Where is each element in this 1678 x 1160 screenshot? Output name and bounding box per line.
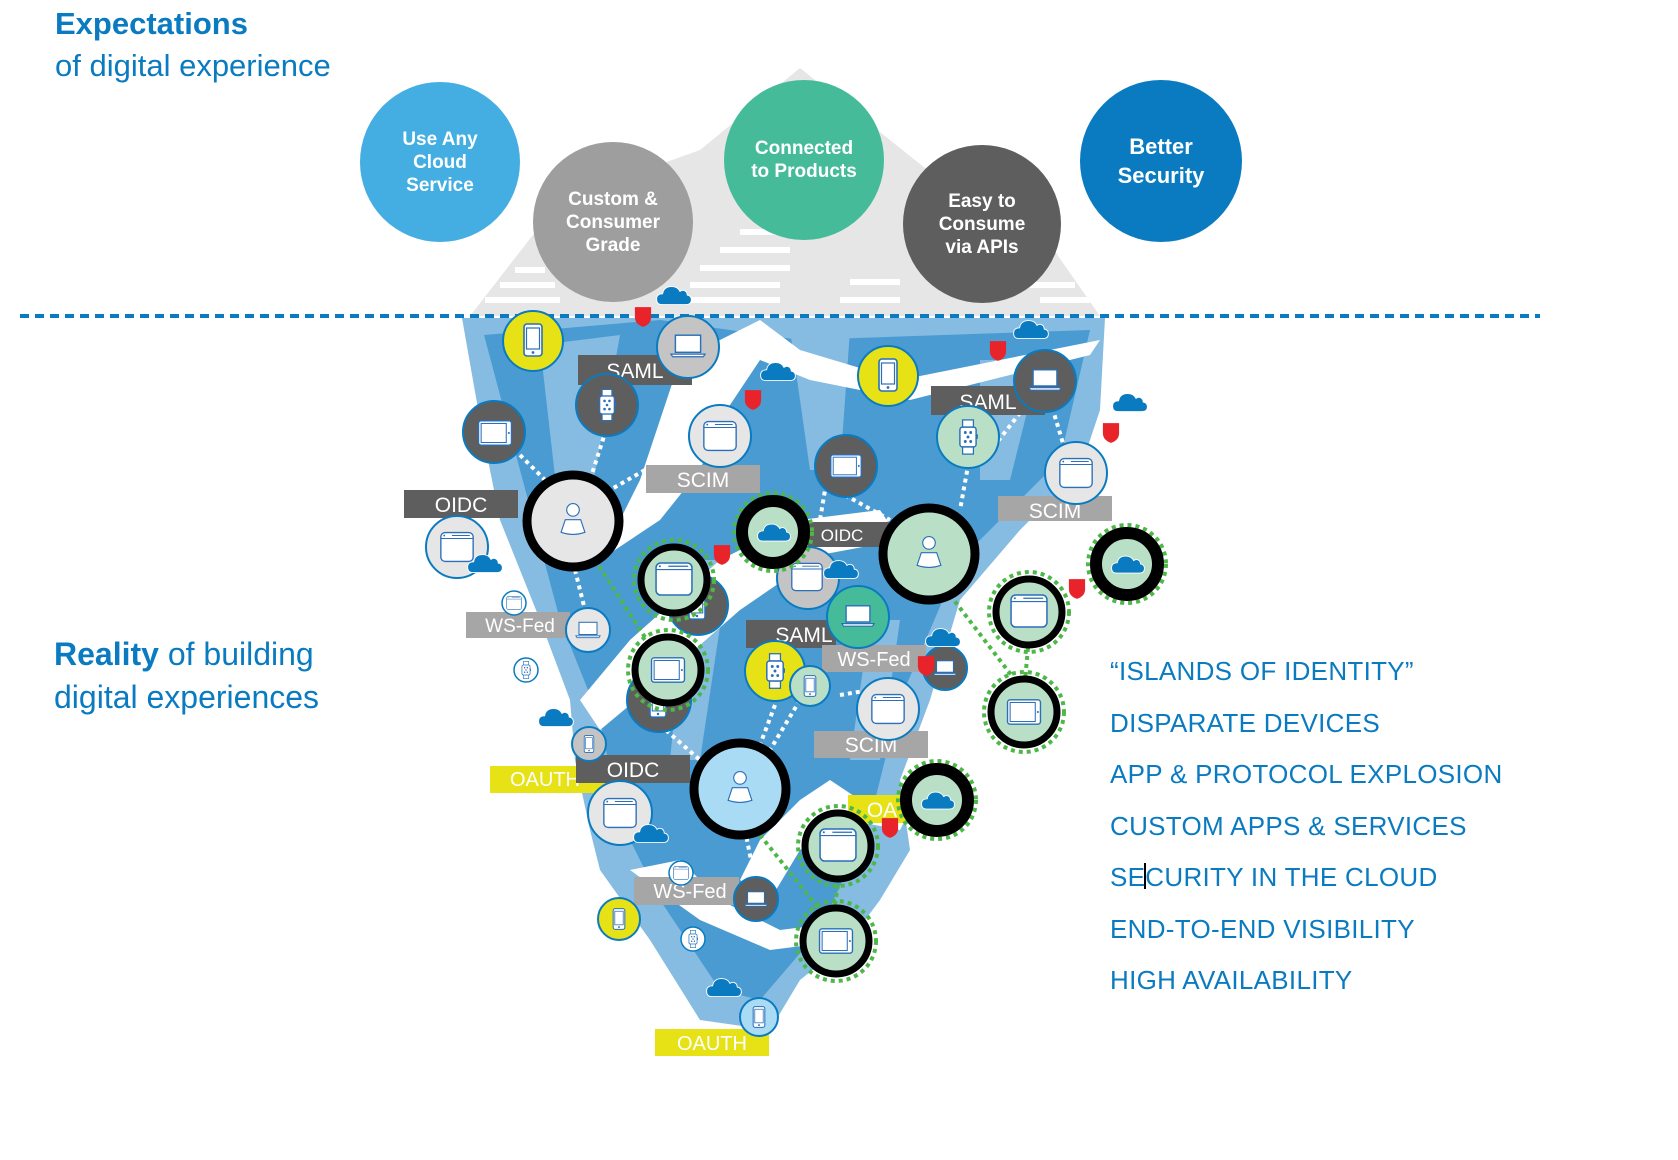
node-phone-small [571, 726, 607, 762]
node-window [688, 404, 752, 468]
island-window [987, 570, 1071, 654]
label-scim-2: SCIM [998, 496, 1112, 523]
label-scim-1: SCIM [646, 465, 760, 493]
svg-text:OAUTH: OAUTH [677, 1033, 747, 1055]
challenge-item: CUSTOM APPS & SERVICES [1110, 810, 1467, 841]
challenge-item: HIGH AVAILABILITY [1110, 965, 1353, 995]
expectation-apis: Easy to Consume via APIs [903, 145, 1061, 303]
expectation-security: Better Security [1080, 80, 1242, 242]
node-phone [739, 997, 779, 1037]
expectation-connected-products: Connected to Products [724, 80, 884, 240]
svg-text:WS-Fed: WS-Fed [485, 616, 555, 637]
label-wsfed-1: WS-Fed [466, 612, 570, 638]
node-window [1044, 441, 1108, 505]
svg-text:OIDC: OIDC [821, 526, 864, 545]
node-laptop [1013, 349, 1077, 413]
challenge-item: APP & PROTOCOL EXPLOSION [1110, 759, 1503, 789]
island-cloud [896, 759, 978, 841]
node-laptop [565, 607, 611, 653]
svg-text:OAUTH: OAUTH [510, 769, 580, 791]
shield-icon [1102, 423, 1120, 443]
node-laptop [826, 585, 890, 649]
node-phone [857, 345, 919, 407]
cloud-icon [538, 708, 574, 728]
island-tablet [982, 670, 1066, 754]
label-oidc-2: OIDC [808, 522, 890, 547]
node-watch-small [513, 657, 539, 683]
challenge-item: DISPARATE DEVICES [1110, 707, 1380, 738]
cloud-icon [1112, 393, 1148, 413]
node-window-small [501, 590, 527, 616]
node-tablet [462, 400, 526, 464]
label-oidc-1: OIDC [404, 490, 518, 518]
label-saml-3: SAML [746, 620, 836, 648]
user-hub [522, 470, 624, 572]
node-laptop [656, 315, 720, 379]
challenge-item-with-cursor[interactable]: SECURITY IN THE CLOUD [1110, 858, 1503, 910]
node-watch [936, 405, 1000, 469]
expectation-cloud-service: Use Any Cloud Service [360, 82, 520, 242]
node-window [856, 677, 920, 741]
node-tablet [814, 434, 878, 498]
node-window-small [668, 860, 694, 886]
challenge-item: “ISLANDS OF IDENTITY” [1110, 656, 1414, 686]
shield-icon [1068, 579, 1086, 599]
svg-text:OIDC: OIDC [607, 759, 660, 782]
user-hub [878, 503, 980, 605]
island-cloud [1086, 523, 1168, 605]
svg-text:WS-Fed: WS-Fed [653, 881, 726, 903]
challenges-list: “ISLANDS OF IDENTITY” DISPARATE DEVICES … [1110, 652, 1503, 1013]
node-phone [597, 897, 641, 941]
node-phone [789, 665, 831, 707]
user-hub [689, 738, 791, 840]
svg-text:WS-Fed: WS-Fed [837, 649, 910, 671]
node-laptop [733, 876, 779, 922]
node-watch-small [680, 926, 706, 952]
challenge-item: END-TO-END VISIBILITY [1110, 913, 1415, 944]
svg-text:OIDC: OIDC [435, 494, 488, 517]
label-wsfed-2: WS-Fed [822, 645, 926, 672]
svg-text:SCIM: SCIM [677, 469, 730, 492]
expectation-consumer-grade: Custom & Consumer Grade [533, 142, 693, 302]
node-watch [575, 373, 639, 437]
node-phone [502, 310, 564, 372]
